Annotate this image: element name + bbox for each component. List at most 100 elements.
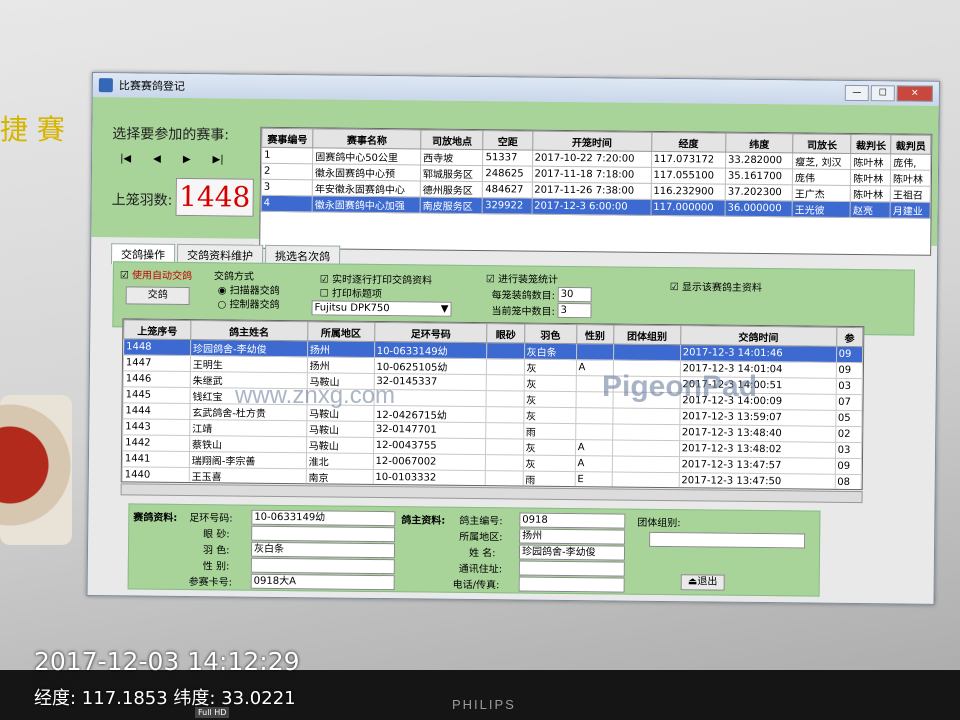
- race-registration-window: 比赛赛鸽登记 — ☐ ✕ 选择要参加的赛事: |◀ ◀ ▶ ▶| 上笼羽数: 1…: [86, 72, 940, 605]
- bird-grid-cell: 瑞翔阁-李宗善: [189, 451, 307, 469]
- eye-label: 眼 砂:: [203, 529, 230, 541]
- race-grid-cell: 2: [261, 163, 313, 180]
- auto-submit-label: 使用自动交鸽: [131, 270, 193, 283]
- nav-last-button[interactable]: ▶|: [212, 154, 223, 165]
- bird-grid-cell: 07: [835, 394, 863, 411]
- app-icon: [98, 78, 113, 93]
- bird-grid-cell: 1446: [123, 370, 191, 388]
- background-text: 捷 賽: [0, 113, 65, 146]
- bird-grid-cell: 10-0633149幼: [374, 341, 488, 359]
- sex-field[interactable]: [250, 557, 395, 575]
- bird-grid-cell: 09: [835, 362, 863, 379]
- bird-grid-header[interactable]: 交鸽时间: [680, 325, 837, 347]
- bird-grid-header[interactable]: 上笼序号: [123, 319, 191, 340]
- bird-grid-header[interactable]: 团体组别: [613, 324, 681, 345]
- bird-section-label: 赛鸽资料:: [133, 512, 178, 524]
- race-grid-header[interactable]: 司放长: [792, 133, 852, 154]
- bird-table: 上笼序号 鸽主姓名 所属地区 足环号码 眼砂 羽色 性别 团体组别 交鸽时间参 1448 珍园鸽舍…: [120, 318, 865, 491]
- ring-field[interactable]: 10-0633149幼: [251, 509, 396, 527]
- race-grid-header[interactable]: 经度: [651, 132, 726, 153]
- race-selection-panel: 选择要参加的赛事: |◀ ◀ ▶ ▶| 上笼羽数: 1448 赛事编号 赛事名称司…: [91, 97, 939, 256]
- address-label: 通讯住址:: [458, 563, 503, 576]
- bird-grid-cell: [612, 455, 680, 473]
- bird-grid-header[interactable]: 所属地区: [307, 321, 375, 342]
- bird-grid-cell: A: [574, 455, 613, 472]
- group-field[interactable]: [649, 531, 806, 549]
- minimize-button[interactable]: —: [844, 84, 869, 102]
- per-cage-input[interactable]: 30: [557, 286, 592, 303]
- race-grid-cell: 4: [261, 195, 313, 212]
- race-grid-header[interactable]: 司放地点: [420, 129, 484, 150]
- bird-grid-header[interactable]: 参: [836, 327, 863, 347]
- race-grid-cell: 王祖召: [890, 185, 931, 203]
- race-grid-cell: 329922: [482, 197, 532, 215]
- current-cage-input[interactable]: 3: [557, 302, 592, 319]
- bird-grid-cell: 1445: [123, 386, 191, 404]
- submit-bird-button[interactable]: 交鸽: [125, 286, 190, 306]
- bird-grid-cell: 05: [835, 410, 862, 427]
- bird-grid-header[interactable]: 羽色: [524, 324, 577, 344]
- exit-button[interactable]: ⏏退出: [680, 574, 725, 591]
- maximize-button[interactable]: ☐: [870, 85, 895, 102]
- card-field[interactable]: 0918大A: [250, 573, 395, 591]
- printer-select[interactable]: Fujitsu DPK750 ▼: [311, 300, 452, 317]
- bird-grid-header[interactable]: 眼砂: [487, 323, 525, 344]
- bird-grid-cell: 灰: [523, 407, 576, 424]
- stats-checkbox[interactable]: ☑ 进行装笼统计: [486, 270, 558, 286]
- nav-first-button[interactable]: |◀: [120, 153, 131, 164]
- race-grid-cell: 固赛鸽中心50公里: [312, 147, 421, 165]
- race-grid-cell: 陈叶林: [890, 169, 931, 187]
- per-cage-label: 每笼装鸽数目:: [491, 290, 556, 302]
- bird-grid-cell: 08: [834, 474, 862, 491]
- race-grid-cell: 1: [261, 147, 313, 164]
- bird-grid-cell: [611, 471, 680, 489]
- nav-next-button[interactable]: ▶: [183, 154, 191, 165]
- bird-grid-cell: 灰: [523, 375, 576, 392]
- race-grid-cell: 2017-10-22 7:20:00: [532, 150, 652, 168]
- print-title-checkbox[interactable]: ☐ 打印标题项: [320, 284, 382, 300]
- eye-field[interactable]: [251, 525, 396, 543]
- chevron-down-icon: ▼: [440, 303, 449, 315]
- race-grid-cell: 117.000000: [650, 199, 726, 217]
- detail-panel: 赛鸽资料: 足环号码: 10-0633149幼 眼 砂: 羽 色: 灰白条 性 …: [127, 503, 821, 597]
- name-field[interactable]: 珍园鸽舍-李幼俊: [518, 544, 626, 561]
- phone-field[interactable]: [518, 576, 625, 593]
- bird-grid-cell: [612, 407, 680, 425]
- photo-geo: 经度: 117.1853 纬度: 33.0221: [34, 688, 296, 709]
- address-field[interactable]: [518, 560, 625, 577]
- watermark-site: www.znxg.com: [235, 382, 396, 409]
- race-grid-header[interactable]: 开笼时间: [532, 131, 652, 152]
- race-grid-cell: 陈叶林: [850, 185, 891, 202]
- race-grid-header[interactable]: 赛事编号: [261, 128, 314, 148]
- race-grid-header[interactable]: 赛事名称: [312, 128, 421, 149]
- background-tile: [0, 395, 72, 545]
- bird-grid-cell: 雨: [523, 423, 576, 440]
- race-grid-cell: 51337: [483, 149, 533, 167]
- close-button[interactable]: ✕: [896, 85, 933, 102]
- race-grid-header[interactable]: 裁判长: [851, 134, 892, 154]
- bird-grid-header[interactable]: 鸽主姓名: [190, 320, 308, 341]
- bird-grid-cell: [613, 343, 681, 361]
- bird-grid-header[interactable]: 性别: [576, 324, 614, 344]
- owner-no-field[interactable]: 0918: [519, 512, 626, 529]
- region-field[interactable]: 扬州: [519, 528, 626, 545]
- mode-controller-radio[interactable]: ○ 控制器交鸽: [218, 295, 280, 311]
- race-grid-cell: 郓城服务区: [420, 164, 484, 182]
- race-grid-header[interactable]: 裁判员: [890, 134, 931, 155]
- race-grid-cell: 赵亮: [850, 201, 891, 218]
- bird-grid-cell: [576, 343, 614, 360]
- color-field[interactable]: 灰白条: [250, 541, 396, 559]
- race-grid-header[interactable]: 空距: [483, 130, 533, 151]
- sex-label: 性 别:: [202, 561, 230, 573]
- card-label: 参赛卡号:: [188, 577, 233, 589]
- bird-grid-cell: 03: [835, 378, 863, 395]
- show-owner-checkbox[interactable]: ☑ 显示该赛鸽主资料: [670, 278, 762, 294]
- auto-submit-checkbox[interactable]: ☑ 使用自动交鸽: [120, 266, 192, 282]
- bird-grid-cell: 珍园鸽舍-李幼俊: [190, 339, 308, 357]
- bird-grid-header[interactable]: 足环号码: [374, 322, 488, 343]
- race-grid-header[interactable]: 纬度: [725, 133, 793, 153]
- bird-grid-cell: 扬州: [307, 356, 375, 374]
- bird-grid-cell: [485, 470, 523, 488]
- bird-grid-cell: [612, 423, 680, 441]
- nav-prev-button[interactable]: ◀: [153, 154, 161, 165]
